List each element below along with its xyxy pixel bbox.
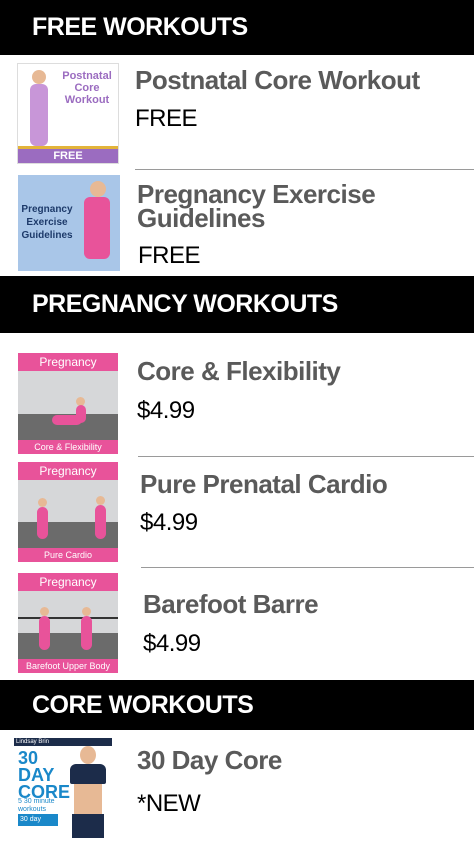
thumb-figure <box>95 505 106 539</box>
thumb-band-label: FREE <box>18 149 118 163</box>
section-header-label: CORE WORKOUTS <box>32 690 254 719</box>
thumbnail-barefoot-barre: Pregnancy Barefoot Upper Body <box>18 573 118 673</box>
thumbnail-pure-prenatal-cardio: Pregnancy Pure Cardio <box>18 462 118 562</box>
item-price: *NEW <box>137 790 201 817</box>
item-title-line: 30 Day Core <box>137 745 282 775</box>
thumb-brand-label: Lindsay Brin <box>14 738 112 746</box>
thumb-top-label: Pregnancy <box>18 462 118 480</box>
thumb-figure-head <box>96 496 105 505</box>
thumb-bottom-label: Pure Cardio <box>18 548 118 562</box>
thumb-figure-head <box>82 607 91 616</box>
list-item-postnatal-core[interactable]: Postnatal Core Workout FREE Postnatal Co… <box>0 55 474 170</box>
thumbnail-core-flexibility: Pregnancy Core & Flexibility <box>18 353 118 454</box>
thumb-figure-head <box>32 70 46 84</box>
thumb-title-text: Pregnancy Exercise Guidelines <box>21 204 73 241</box>
section-header-free: FREE WORKOUTS <box>0 0 474 55</box>
item-title[interactable]: Pure Prenatal Cardio <box>140 469 388 499</box>
thumb-top-label: Pregnancy <box>18 573 118 591</box>
thumb-figure-torso <box>74 784 102 814</box>
item-price: FREE <box>135 105 198 132</box>
thumb-figure-head <box>40 607 49 616</box>
thumbnail-postnatal-core: Postnatal Core Workout FREE <box>17 63 119 164</box>
thumb-top-label: Pregnancy <box>18 353 118 371</box>
item-title-line: Pure Prenatal Cardio <box>140 469 388 499</box>
item-title[interactable]: Postnatal Core Workout <box>135 65 420 95</box>
list-item-pure-prenatal-cardio[interactable]: Pregnancy Pure Cardio Pure Prenatal Card… <box>0 457 474 567</box>
thumb-figure <box>39 616 50 650</box>
thumb-subtitle: 5 30 minute workouts <box>18 798 55 813</box>
thumb-barre <box>18 617 118 619</box>
thumb-figure <box>70 764 106 784</box>
item-title[interactable]: Pregnancy Exercise Guidelines <box>137 181 376 233</box>
list-item-barefoot-barre[interactable]: Pregnancy Barefoot Upper Body Barefoot B… <box>0 568 474 680</box>
thumb-title-text: 30 DAY CORE <box>18 749 70 801</box>
section-header-label: FREE WORKOUTS <box>32 13 248 41</box>
thumb-figure-head <box>90 181 106 197</box>
list-item-core-flexibility[interactable]: Pregnancy Core & Flexibility Core & Flex… <box>0 345 474 455</box>
thumb-bottom-label: Barefoot Upper Body <box>18 659 118 673</box>
section-header-pregnancy: PREGNANCY WORKOUTS <box>0 276 474 333</box>
thumb-floor <box>18 633 118 659</box>
thumbnail-pregnancy-guidelines: Pregnancy Exercise Guidelines <box>18 175 120 271</box>
item-title[interactable]: Barefoot Barre <box>143 589 319 619</box>
item-price: $4.99 <box>140 509 198 536</box>
item-price: FREE <box>138 242 201 269</box>
section-header-core: CORE WORKOUTS <box>0 680 474 730</box>
thumbnail-30-day-core: Lindsay Brin 30 DAY CORE 5 30 minute wor… <box>14 738 112 838</box>
thumb-calendar-badge: 30 day calendar <box>18 814 58 835</box>
thumb-figure-head <box>80 746 96 764</box>
item-title[interactable]: 30 Day Core <box>137 745 282 775</box>
thumb-figure-head <box>38 498 47 507</box>
item-title[interactable]: Core & Flexibility <box>137 356 341 386</box>
thumb-bottom-label: Core & Flexibility <box>18 440 118 454</box>
thumb-figure <box>37 507 48 539</box>
item-title-line: Barefoot Barre <box>143 589 319 619</box>
thumb-figure <box>81 616 92 650</box>
thumb-background <box>18 591 118 636</box>
item-title-line: Core & Flexibility <box>137 356 341 386</box>
thumb-figure <box>30 84 48 146</box>
item-title-line: Guidelines <box>137 203 265 233</box>
item-price: $4.99 <box>143 630 201 657</box>
thumb-figure-legs <box>72 814 104 838</box>
thumb-figure <box>76 405 86 423</box>
item-title-line: Postnatal Core Workout <box>135 65 420 95</box>
thumb-title-text: Postnatal Core Workout <box>62 70 112 106</box>
section-header-label: PREGNANCY WORKOUTS <box>32 290 338 318</box>
list-item-pregnancy-guidelines[interactable]: Pregnancy Exercise Guidelines Pregnancy … <box>0 170 474 276</box>
list-item-30-day-core[interactable]: Lindsay Brin 30 DAY CORE 5 30 minute wor… <box>0 730 474 842</box>
thumb-background <box>18 371 118 416</box>
thumb-figure <box>84 197 110 259</box>
item-price: $4.99 <box>137 397 195 424</box>
